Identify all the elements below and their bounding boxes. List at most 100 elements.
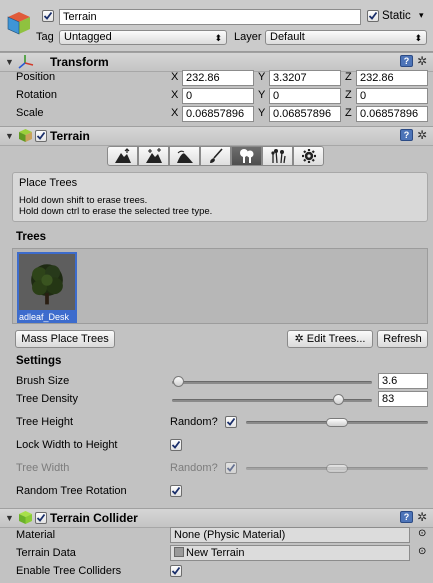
transform-row-label: Scale — [16, 107, 44, 119]
tree-density-field[interactable]: 83 — [378, 391, 428, 407]
tag-dropdown[interactable]: Untagged ⬍ — [59, 30, 227, 45]
terrain-settings-icon — [301, 149, 316, 163]
terrain-component-icon — [18, 128, 33, 143]
tree-thumbnail[interactable] — [17, 252, 77, 312]
lock-width-label: Lock Width to Height — [16, 439, 118, 451]
terrain-data-field[interactable]: New Terrain — [170, 545, 410, 561]
static-checkbox[interactable] — [367, 10, 379, 22]
terrain-collider-icon — [18, 510, 33, 525]
paint-height-button[interactable] — [138, 146, 169, 166]
help-book-icon[interactable]: ? — [400, 129, 413, 141]
collapse-triangle-icon[interactable]: ▼ — [5, 513, 14, 523]
gear-icon[interactable]: ✲ — [417, 128, 427, 142]
tree-density-label: Tree Density — [16, 393, 78, 405]
transform-x-field[interactable]: 0 — [182, 88, 254, 104]
collider-enabled-checkbox[interactable] — [35, 512, 47, 524]
enable-tree-colliders-label: Enable Tree Colliders — [16, 565, 122, 577]
transform-axes-icon — [18, 54, 34, 70]
terrain-enabled-checkbox[interactable] — [35, 130, 47, 142]
gear-icon[interactable]: ✲ — [417, 54, 427, 68]
axis-x-label: X — [171, 71, 179, 83]
mass-place-trees-button[interactable]: Mass Place Trees — [15, 330, 115, 348]
static-dropdown-icon[interactable]: ▾ — [419, 10, 424, 21]
edit-trees-button[interactable]: ✲ Edit Trees... — [287, 330, 373, 348]
raise-lower-terrain-icon — [114, 148, 131, 163]
paint-details-button[interactable] — [262, 146, 293, 166]
brush-size-field[interactable]: 3.6 — [378, 373, 428, 389]
transform-y-field[interactable]: 0.06857896 — [269, 106, 341, 122]
place-trees-button[interactable] — [231, 146, 262, 166]
axis-z-label: Z — [345, 89, 352, 101]
paint-texture-button[interactable] — [200, 146, 231, 166]
random-rotation-checkbox[interactable] — [170, 485, 182, 497]
tree-preview-icon — [19, 254, 75, 310]
tree-height-range-thumb[interactable] — [326, 418, 348, 427]
tree-item-name: adleaf_Desk — [17, 312, 77, 323]
tree-list[interactable]: adleaf_Desk — [12, 248, 428, 324]
layer-value: Default — [270, 31, 305, 43]
collapse-triangle-icon[interactable]: ▼ — [5, 131, 14, 141]
lock-width-checkbox[interactable] — [170, 439, 182, 451]
axis-x-label: X — [171, 89, 179, 101]
active-checkbox[interactable] — [42, 10, 54, 22]
tool-help-line-1: Hold down shift to erase trees. — [19, 195, 148, 206]
layer-dropdown[interactable]: Default ⬍ — [265, 30, 427, 45]
tree-height-label: Tree Height — [16, 416, 74, 428]
help-book-icon[interactable]: ? — [400, 511, 413, 523]
brush-size-slider-thumb[interactable] — [173, 376, 184, 387]
transform-y-field[interactable]: 0 — [269, 88, 341, 104]
brush-size-slider-track[interactable] — [172, 381, 372, 384]
object-picker-icon[interactable]: ⊙ — [418, 528, 426, 539]
place-trees-icon — [239, 149, 253, 163]
transform-x-field[interactable]: 0.06857896 — [182, 106, 254, 122]
tree-width-random-label: Random? — [170, 462, 218, 474]
tool-help-line-2: Hold down ctrl to erase the selected tre… — [19, 206, 213, 217]
raise-lower-terrain-button[interactable] — [107, 146, 138, 166]
terrain-collider-title: Terrain Collider — [50, 511, 138, 525]
transform-z-field[interactable]: 232.86 — [356, 70, 428, 86]
transform-z-field[interactable]: 0 — [356, 88, 428, 104]
smooth-height-icon — [176, 150, 193, 163]
terrain-settings-button[interactable] — [293, 146, 324, 166]
transform-row-label: Rotation — [16, 89, 57, 101]
transform-row-label: Position — [16, 71, 56, 83]
object-picker-icon[interactable]: ⊙ — [418, 546, 426, 557]
paint-details-icon — [270, 149, 286, 164]
axis-z-label: Z — [345, 107, 352, 119]
material-field[interactable]: None (Physic Material) — [170, 527, 410, 543]
axis-y-label: Y — [258, 107, 266, 119]
tag-label: Tag — [36, 31, 54, 43]
tree-width-random-checkbox — [225, 462, 237, 474]
smooth-height-button[interactable] — [169, 146, 200, 166]
terrain-data-asset-icon — [174, 547, 184, 557]
gear-icon: ✲ — [294, 333, 307, 345]
collapse-triangle-icon[interactable]: ▼ — [5, 57, 14, 67]
transform-x-field[interactable]: 232.86 — [182, 70, 254, 86]
settings-section-label: Settings — [16, 355, 62, 367]
paint-height-icon — [145, 148, 162, 163]
terrain-toolbar — [107, 146, 324, 166]
paint-texture-icon — [209, 148, 223, 163]
enable-tree-colliders-checkbox[interactable] — [170, 565, 182, 577]
transform-z-field[interactable]: 0.06857896 — [356, 106, 428, 122]
transform-y-field[interactable]: 3.3207 — [269, 70, 341, 86]
edit-trees-label: Edit Trees... — [306, 333, 366, 345]
trees-section-label: Trees — [16, 231, 47, 243]
dropdown-arrow-icon: ⬍ — [414, 33, 422, 43]
gameobject-cube-icon — [6, 10, 32, 36]
axis-x-label: X — [171, 107, 179, 119]
terrain-title: Terrain — [50, 129, 90, 143]
refresh-button[interactable]: Refresh — [377, 330, 428, 348]
terrain-data-value: New Terrain — [186, 547, 245, 559]
random-rotation-label: Random Tree Rotation — [16, 485, 127, 497]
tree-density-slider-thumb[interactable] — [333, 394, 344, 405]
tree-width-range-thumb — [326, 464, 348, 473]
brush-size-label: Brush Size — [16, 375, 70, 387]
axis-y-label: Y — [258, 89, 266, 101]
object-name-field[interactable]: Terrain — [59, 9, 361, 25]
gear-icon[interactable]: ✲ — [417, 510, 427, 524]
help-book-icon[interactable]: ? — [400, 55, 413, 67]
axis-z-label: Z — [345, 71, 352, 83]
tree-height-random-checkbox[interactable] — [225, 416, 237, 428]
material-label: Material — [16, 529, 56, 541]
